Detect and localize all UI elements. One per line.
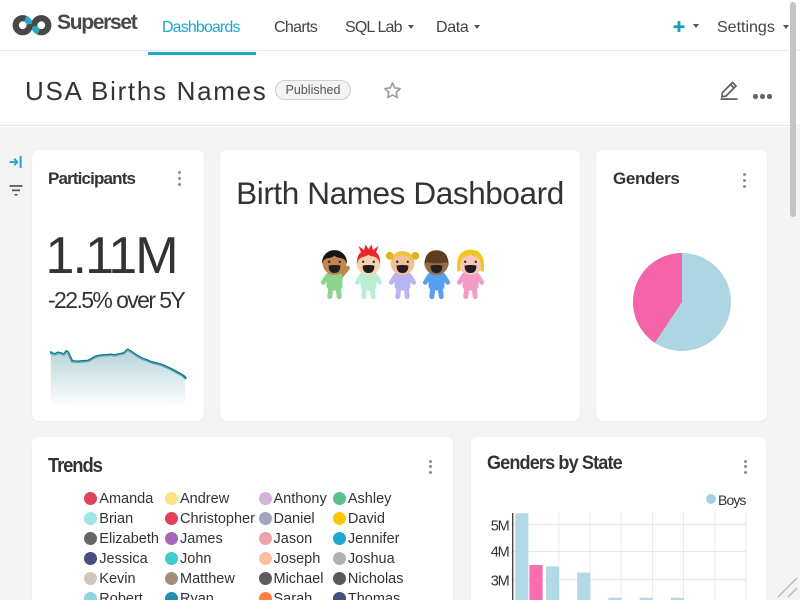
svg-text:5M: 5M (491, 519, 509, 535)
svg-text:4M: 4M (491, 545, 509, 561)
svg-text:3M: 3M (491, 574, 509, 590)
